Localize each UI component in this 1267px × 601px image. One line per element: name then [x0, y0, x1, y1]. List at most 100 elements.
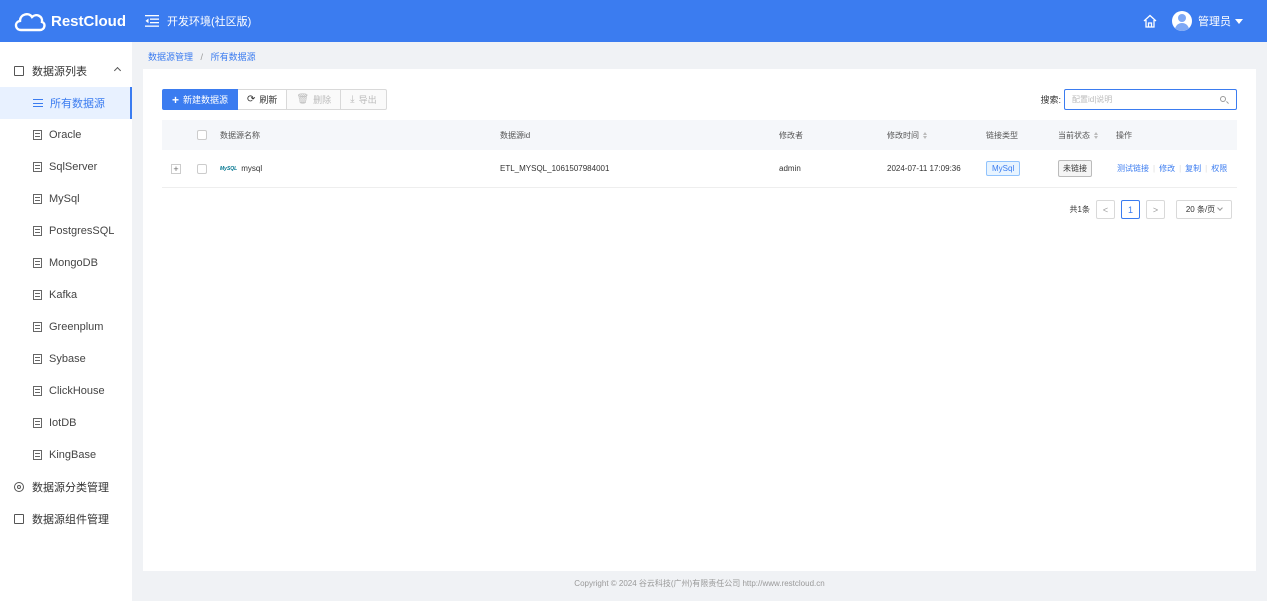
- sidebar-item-label: PostgresSQL: [49, 225, 115, 237]
- table-row: + MySQL mysql ETL_MYSQL_1061507984001 ad…: [162, 150, 1237, 188]
- sidebar-item-label: MySql: [49, 193, 80, 205]
- edit-button[interactable]: 修改: [1159, 163, 1175, 174]
- refresh-button[interactable]: ⟳ 刷新: [238, 89, 288, 110]
- sort-icon[interactable]: [1094, 131, 1098, 139]
- user-name[interactable]: 管理员: [1198, 13, 1231, 29]
- database-icon: [33, 258, 42, 268]
- page-size-select[interactable]: 20 条/页: [1176, 200, 1232, 219]
- database-icon: [33, 226, 42, 236]
- main-panel: + 新建数据源 ⟳ 刷新 🗑 删除 ⤓ 导出 搜索: 数据源名称 数据源id 修…: [143, 69, 1256, 571]
- sidebar-item-component-manage[interactable]: 数据源组件管理: [0, 503, 132, 535]
- pagination: 共1条 < 1 > 20 条/页: [1070, 200, 1232, 219]
- table-header: 数据源名称 数据源id 修改者 修改时间 链接类型 当前状态 操作: [162, 120, 1237, 150]
- prev-page-button[interactable]: <: [1096, 200, 1115, 219]
- sidebar-item-label: SqlServer: [49, 161, 98, 173]
- environment-title: 开发环境(社区版): [167, 16, 252, 28]
- sidebar-item-sybase[interactable]: Sybase: [0, 343, 132, 375]
- sidebar-item-label: ClickHouse: [49, 385, 105, 397]
- test-link-button[interactable]: 测试链接: [1117, 163, 1149, 174]
- sidebar-item-greenplum[interactable]: Greenplum: [0, 311, 132, 343]
- cloud-logo-icon: [14, 13, 46, 32]
- delete-button[interactable]: 🗑 删除: [287, 89, 342, 110]
- sidebar-item-mysql[interactable]: MySql: [0, 183, 132, 215]
- search-icon[interactable]: [1220, 96, 1226, 102]
- sidebar-item-label: 所有数据源: [50, 98, 105, 110]
- database-icon: [33, 418, 42, 428]
- row-modified-time: 2024-07-11 17:09:36: [887, 164, 961, 173]
- pagination-total: 共1条: [1069, 205, 1090, 214]
- column-header-label: 修改时间: [887, 130, 919, 140]
- button-label: 新建数据源: [183, 95, 229, 105]
- database-icon: [33, 162, 42, 172]
- row-modifier: admin: [779, 164, 801, 173]
- sidebar-item-mongodb[interactable]: MongoDB: [0, 247, 132, 279]
- permission-button[interactable]: 权限: [1211, 163, 1227, 174]
- database-icon: [33, 322, 42, 332]
- sidebar-item-kingbase[interactable]: KingBase: [0, 439, 132, 471]
- user-avatar[interactable]: [1172, 11, 1192, 31]
- search-input[interactable]: [1065, 90, 1215, 109]
- chevron-down-icon: [1217, 205, 1224, 211]
- export-button[interactable]: ⤓ 导出: [341, 89, 387, 110]
- status-badge: 未链接: [1058, 160, 1092, 177]
- search-box[interactable]: [1064, 89, 1237, 110]
- column-header-status[interactable]: 当前状态: [1058, 120, 1098, 150]
- sidebar-group-datasource-list[interactable]: 数据源列表: [0, 55, 132, 87]
- plus-icon: +: [172, 92, 180, 107]
- database-icon: [33, 130, 42, 140]
- sidebar-item-kafka[interactable]: Kafka: [0, 279, 132, 311]
- sort-icon[interactable]: [923, 131, 927, 139]
- breadcrumb-parent[interactable]: 数据源管理: [148, 52, 193, 62]
- gear-icon: [14, 482, 24, 492]
- menu-fold-icon[interactable]: [145, 14, 159, 28]
- toolbar: + 新建数据源 ⟳ 刷新 🗑 删除 ⤓ 导出: [162, 89, 387, 110]
- sidebar-item-label: Kafka: [49, 289, 78, 301]
- breadcrumb-current: 所有数据源: [210, 52, 256, 62]
- download-icon: ⤓: [350, 94, 355, 105]
- link-type-tag: MySql: [986, 161, 1021, 176]
- breadcrumb: 数据源管理 / 所有数据源: [148, 50, 256, 63]
- home-icon[interactable]: [1142, 13, 1158, 29]
- sidebar-group-label: 数据源列表: [32, 66, 87, 78]
- column-header-name: 数据源名称: [220, 130, 260, 140]
- database-icon: [33, 290, 42, 300]
- column-header-modified-time[interactable]: 修改时间: [887, 120, 927, 150]
- sidebar-item-clickhouse[interactable]: ClickHouse: [0, 375, 132, 407]
- page-1-button[interactable]: 1: [1121, 200, 1140, 219]
- button-label: 导出: [358, 95, 377, 105]
- column-header-link-type: 链接类型: [986, 130, 1018, 140]
- copy-button[interactable]: 复制: [1185, 163, 1201, 174]
- caret-down-icon[interactable]: [1235, 18, 1243, 24]
- button-label: 删除: [313, 95, 332, 105]
- sidebar-item-label: Sybase: [49, 353, 86, 365]
- sidebar: 数据源列表 所有数据源 Oracle SqlServer MySql Postg…: [0, 42, 132, 601]
- expand-row-icon[interactable]: +: [171, 163, 181, 174]
- breadcrumb-separator: /: [200, 52, 204, 62]
- column-header-label: 当前状态: [1058, 130, 1090, 140]
- row-name: mysql: [241, 164, 263, 173]
- sidebar-item-all-datasources[interactable]: 所有数据源: [0, 87, 132, 119]
- divider: |: [1153, 164, 1156, 173]
- logo[interactable]: RestCloud: [0, 0, 132, 42]
- database-icon: [33, 194, 42, 204]
- database-icon: [33, 386, 42, 396]
- sidebar-item-label: 数据源组件管理: [32, 514, 109, 526]
- row-id: ETL_MYSQL_1061507984001: [500, 164, 610, 173]
- logo-text: RestCloud: [51, 12, 126, 30]
- sidebar-item-postgressql[interactable]: PostgresSQL: [0, 215, 132, 247]
- new-datasource-button[interactable]: + 新建数据源: [162, 89, 239, 110]
- sidebar-item-label: IotDB: [49, 417, 77, 429]
- select-all-checkbox[interactable]: [197, 130, 207, 140]
- sidebar-item-oracle[interactable]: Oracle: [0, 119, 132, 151]
- next-page-button[interactable]: >: [1146, 200, 1165, 219]
- sidebar-item-label: KingBase: [49, 449, 97, 461]
- footer: Copyright © 2024 谷云科技(广州)有限责任公司 http://w…: [574, 579, 825, 588]
- divider: |: [1179, 164, 1182, 173]
- trash-icon: 🗑: [296, 94, 310, 105]
- button-label: 刷新: [259, 95, 278, 105]
- top-header: RestCloud 开发环境(社区版) 管理员: [0, 0, 1267, 42]
- row-checkbox[interactable]: [197, 163, 207, 174]
- sidebar-item-category-manage[interactable]: 数据源分类管理: [0, 471, 132, 503]
- sidebar-item-sqlserver[interactable]: SqlServer: [0, 151, 132, 183]
- sidebar-item-iotdb[interactable]: IotDB: [0, 407, 132, 439]
